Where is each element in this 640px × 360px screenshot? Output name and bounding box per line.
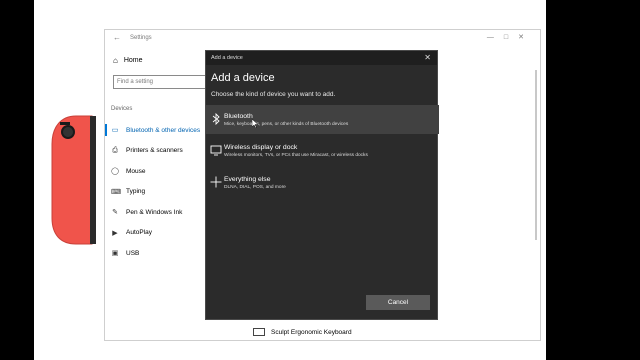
sidebar-item-mouse[interactable]: ◯ Mouse <box>105 161 205 182</box>
sidebar-item-autoplay[interactable]: ▶ AutoPlay <box>105 223 205 244</box>
keyboard-device-icon <box>253 328 265 336</box>
option-title: Bluetooth <box>224 113 253 120</box>
search-input[interactable]: Find a setting <box>113 75 213 89</box>
printer-icon: ⎙ <box>112 146 118 154</box>
sidebar-item-printers[interactable]: ⎙ Printers & scanners <box>105 141 205 162</box>
nav-home[interactable]: ⌂ Home <box>113 56 143 65</box>
usb-icon: ▣ <box>111 250 119 258</box>
dialog-subtitle: Choose the kind of device you want to ad… <box>211 91 336 98</box>
option-description: DLNA, DIAL, POS, and more <box>224 185 286 190</box>
sidebar-item-label: Mouse <box>126 167 146 175</box>
autoplay-icon: ▶ <box>112 229 118 237</box>
sidebar-item-pen[interactable]: ✎ Pen & Windows Ink <box>105 202 205 223</box>
dialog-heading: Add a device <box>211 72 275 84</box>
back-arrow-icon[interactable]: ← <box>113 33 121 42</box>
plus-icon <box>210 176 222 188</box>
settings-titlebar: ← Settings —□✕ <box>105 30 540 46</box>
devices-nav: ▭ Bluetooth & other devices ⎙ Printers &… <box>105 120 205 264</box>
sidebar-item-label: Typing <box>126 188 146 196</box>
option-title: Wireless display or dock <box>224 144 298 151</box>
close-icon[interactable]: ✕ <box>424 53 431 62</box>
bluetooth-devices-icon: ▭ <box>111 127 119 135</box>
scrollbar[interactable] <box>535 70 537 240</box>
bluetooth-icon <box>210 112 222 126</box>
dialog-window-title: Add a device <box>211 55 243 61</box>
option-everything-else[interactable]: Everything else DLNA, DIAL, POS, and mor… <box>206 168 439 197</box>
option-bluetooth[interactable]: Bluetooth Mice, keyboards, pens, or othe… <box>206 105 439 134</box>
mouse-icon: ◯ <box>111 168 119 176</box>
pen-icon: ✎ <box>112 209 118 217</box>
sidebar-item-label: Printers & scanners <box>126 147 183 155</box>
dialog-titlebar: Add a device ✕ <box>206 51 437 65</box>
settings-title: Settings <box>130 35 152 41</box>
sidebar-item-label: Pen & Windows Ink <box>126 208 183 216</box>
section-devices-label: Devices <box>111 106 133 112</box>
monitor-icon <box>210 144 222 156</box>
cancel-button[interactable]: Cancel <box>366 295 430 310</box>
sidebar-item-typing[interactable]: ⌨ Typing <box>105 182 205 203</box>
option-description: Mice, keyboards, pens, or other kinds of… <box>224 122 349 127</box>
option-wireless-display[interactable]: Wireless display or dock Wireless monito… <box>206 136 439 165</box>
sidebar-item-label: Bluetooth & other devices <box>126 126 201 134</box>
add-device-dialog: Add a device ✕ Add a device Choose the k… <box>205 50 439 320</box>
joycon-controller-image <box>51 115 96 245</box>
option-description: Wireless monitors, TVs, or PCs that use … <box>224 153 368 158</box>
sidebar-item-label: AutoPlay <box>126 229 153 237</box>
device-name: Sculpt Ergonomic Keyboard <box>271 328 352 336</box>
home-icon: ⌂ <box>113 56 118 65</box>
sidebar-item-usb[interactable]: ▣ USB <box>105 243 205 264</box>
mouse-cursor-icon <box>252 119 258 128</box>
sidebar-item-label: USB <box>126 249 140 257</box>
device-list-item[interactable]: Sculpt Ergonomic Keyboard <box>253 328 352 336</box>
keyboard-icon: ⌨ <box>111 188 122 196</box>
nav-home-label: Home <box>123 57 143 64</box>
window-controls[interactable]: —□✕ <box>487 33 534 41</box>
sidebar-item-bluetooth[interactable]: ▭ Bluetooth & other devices <box>105 120 205 141</box>
option-title: Everything else <box>224 176 271 183</box>
